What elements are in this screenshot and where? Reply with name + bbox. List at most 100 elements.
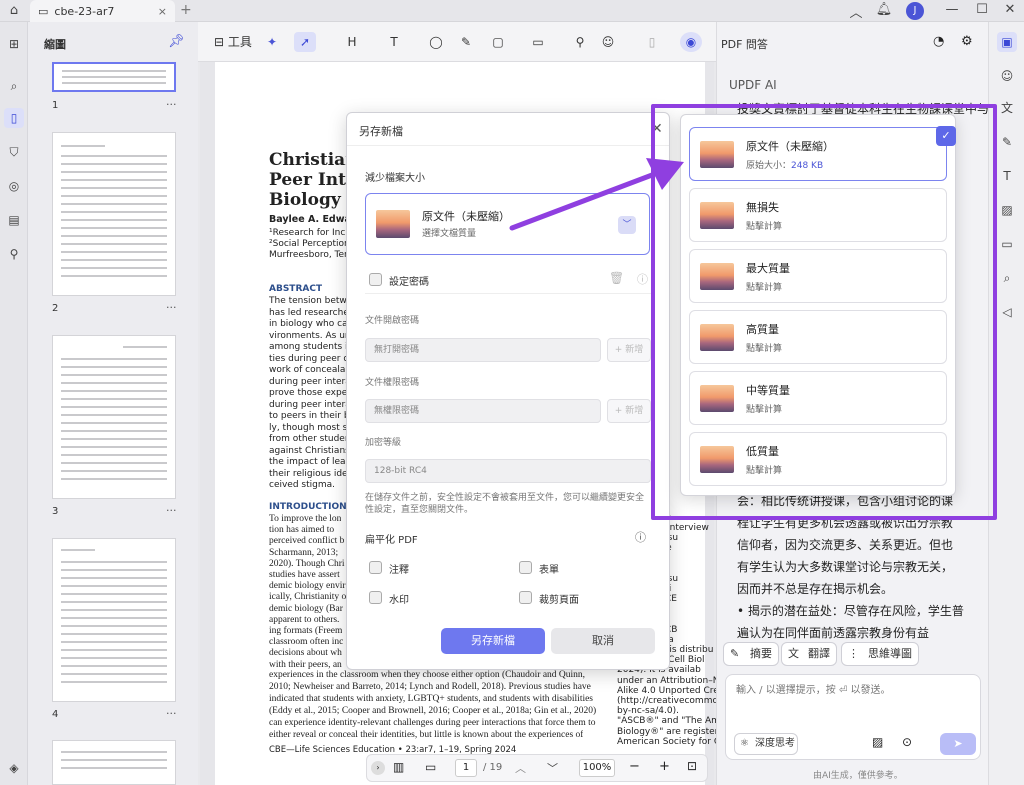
attachment-icon[interactable]: ⚲: [4, 244, 24, 264]
collapse-icon[interactable]: ︿: [846, 2, 866, 21]
zoom-out-icon[interactable]: −: [629, 759, 640, 774]
text-tool-icon[interactable]: T: [384, 32, 404, 52]
thumbnail-page-5[interactable]: [52, 740, 176, 785]
mindmap-chip[interactable]: ⋮ 思維導圖: [841, 642, 919, 666]
more-icon[interactable]: ···: [166, 504, 177, 517]
megaphone-icon[interactable]: ◁: [997, 302, 1017, 322]
open-password-select[interactable]: 無打開密碼: [365, 338, 601, 362]
attach-tool-icon[interactable]: ⚲: [570, 32, 590, 52]
encryption-select[interactable]: 128-bit RC4: [365, 459, 651, 483]
thumbnail-page-3[interactable]: [52, 335, 176, 499]
send-button[interactable]: ➤: [940, 733, 976, 755]
title-bar: ⌂ ▭ cbe-23-ar7 × + ︿ 🔔︎ J — ☐ ✕: [0, 0, 1024, 22]
flatten-annotations-checkbox[interactable]: [369, 561, 382, 574]
document-thumbnail: [376, 210, 410, 238]
summary-chip[interactable]: ✎ 摘要: [723, 642, 779, 666]
rectangle-tool-icon[interactable]: ▢: [488, 32, 508, 52]
image-side-icon[interactable]: ▨: [997, 200, 1017, 220]
more-icon[interactable]: ···: [166, 301, 177, 314]
thumbnail-page-4[interactable]: [52, 538, 176, 702]
thumbnail-page-2[interactable]: [52, 132, 176, 296]
ai-chat-icon[interactable]: ▣: [997, 32, 1017, 52]
presentation-icon[interactable]: ▭: [425, 760, 436, 774]
avatar[interactable]: J: [906, 2, 924, 20]
new-tab-button[interactable]: +: [180, 2, 192, 18]
pen-tool-icon[interactable]: ✎: [456, 32, 476, 52]
pin-icon[interactable]: 📌︎: [168, 34, 185, 49]
sticker-tool-icon[interactable]: ☺: [598, 32, 618, 52]
heading-tool-icon[interactable]: H: [342, 32, 362, 52]
folder-icon[interactable]: ▭: [997, 234, 1017, 254]
chevron-down-icon[interactable]: ﹀: [618, 216, 636, 234]
ai-input-box[interactable]: 輸入 / 以選擇提示，按 ⏎ 以發送。 ⚛ 深度思考 ▨ ⊙ ➤: [725, 674, 981, 760]
flatten-crop-checkbox[interactable]: [519, 591, 532, 604]
comment-tool-icon[interactable]: ◯: [426, 32, 446, 52]
grid-icon[interactable]: ⊞: [4, 34, 24, 54]
select-tool-icon[interactable]: ➚: [294, 32, 316, 52]
document-tab[interactable]: ▭ cbe-23-ar7 ×: [30, 0, 175, 22]
more-icon[interactable]: ···: [166, 707, 177, 720]
reading-mode-icon[interactable]: ▥: [393, 760, 404, 774]
history-icon[interactable]: ◔: [933, 34, 944, 49]
permission-password-select[interactable]: 無權限密碼: [365, 399, 601, 423]
abstract-heading: ABSTRACT: [269, 284, 323, 294]
search-side-icon[interactable]: ⌕: [997, 268, 1017, 288]
tools-button[interactable]: ⊟ 工具: [208, 32, 258, 52]
intro-line: classroom often inc: [269, 637, 344, 648]
edit-icon[interactable]: ✎: [997, 132, 1017, 152]
intro-line: tion has aimed to: [269, 525, 335, 536]
thumbnails-icon[interactable]: ▯: [4, 108, 24, 128]
translate-side-icon[interactable]: 文: [997, 98, 1017, 118]
trash-icon[interactable]: 🗑︎: [609, 271, 624, 285]
password-checkbox[interactable]: [369, 273, 382, 286]
save-tool-icon[interactable]: ▯: [642, 32, 662, 52]
zoom-level[interactable]: 100%: [579, 759, 615, 777]
zoom-in-icon[interactable]: +: [659, 759, 670, 774]
settings-icon[interactable]: ⚙: [961, 34, 973, 49]
cancel-button[interactable]: 取消: [551, 628, 655, 654]
flatten-option-label: 水印: [389, 595, 409, 606]
prev-page-icon[interactable]: ︿: [515, 760, 526, 776]
pages-icon[interactable]: ▤: [4, 210, 24, 230]
more-icon[interactable]: ···: [166, 98, 177, 111]
comment-icon[interactable]: ◎: [4, 176, 24, 196]
save-as-button[interactable]: 另存新檔: [441, 628, 545, 654]
bookmark-icon[interactable]: ⛉: [4, 142, 24, 162]
add-open-password-button[interactable]: + 新增: [607, 338, 651, 362]
close-tab-icon[interactable]: ×: [158, 5, 167, 18]
flatten-forms-checkbox[interactable]: [519, 561, 532, 574]
face-icon[interactable]: ☺: [997, 66, 1017, 86]
info-icon[interactable]: ⓘ: [637, 271, 648, 287]
bell-icon[interactable]: 🔔︎: [874, 2, 894, 17]
next-page-icon[interactable]: ﹀: [547, 760, 558, 776]
info-icon[interactable]: ⓘ: [635, 529, 646, 545]
fit-page-icon[interactable]: ⊡: [687, 759, 697, 773]
thumbnail-page-1[interactable]: [52, 62, 176, 92]
close-window-icon[interactable]: ✕: [1000, 2, 1020, 17]
thumbnail-number: 2: [52, 303, 59, 314]
add-permission-password-button[interactable]: + 新增: [607, 399, 651, 423]
toolbox-icon: ⊟: [214, 35, 228, 49]
file-icon: ▭: [38, 4, 49, 18]
minimize-icon[interactable]: —: [942, 2, 962, 17]
ai-sparkle-icon[interactable]: ✦: [262, 32, 282, 52]
page-number-input[interactable]: 1: [455, 759, 477, 777]
quality-select[interactable]: 原文件（未壓縮） 選擇文檔質量 ﹀: [365, 193, 650, 255]
ocr-icon[interactable]: T: [997, 166, 1017, 186]
expand-icon[interactable]: ›: [371, 761, 385, 775]
image-icon[interactable]: ▨: [872, 735, 883, 749]
highlight-box: [651, 104, 997, 520]
abstract-line: has led researchers: [269, 307, 358, 318]
intro-line: 2020). Though Chri: [269, 558, 345, 569]
flatten-watermark-checkbox[interactable]: [369, 591, 382, 604]
maximize-icon[interactable]: ☐: [972, 2, 992, 17]
compress-tool-icon[interactable]: ◉: [680, 32, 702, 52]
screenshot-icon[interactable]: ⊙: [902, 735, 912, 749]
home-icon[interactable]: ⌂: [6, 3, 22, 19]
layers-icon[interactable]: ◈: [4, 758, 24, 778]
translate-chip[interactable]: 文翻譯: [781, 642, 837, 666]
search-icon[interactable]: ⌕: [4, 76, 24, 96]
stamp-tool-icon[interactable]: ▭: [528, 32, 548, 52]
thumbnail-number: 1: [52, 100, 59, 111]
deep-think-button[interactable]: ⚛ 深度思考: [734, 733, 798, 755]
